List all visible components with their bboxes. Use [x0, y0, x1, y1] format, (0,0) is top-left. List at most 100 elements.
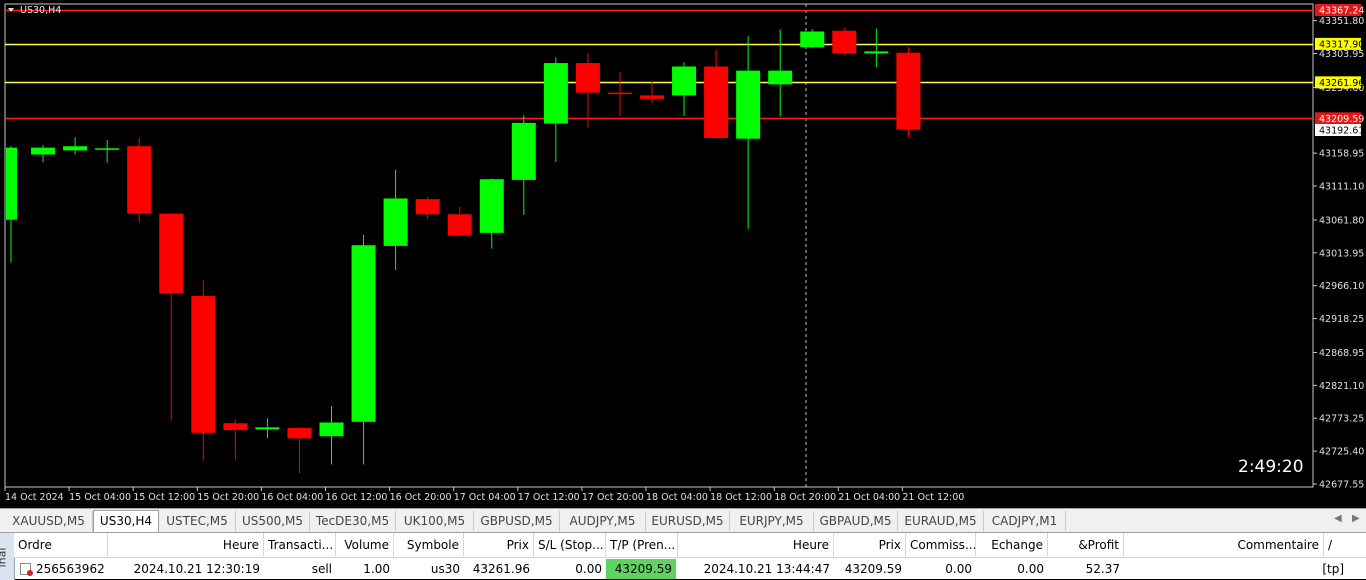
candle-body[interactable]	[704, 66, 729, 138]
chart-tab[interactable]: UK100,M5	[396, 511, 474, 531]
col-header-sl[interactable]: S/L (Stop...	[534, 533, 606, 558]
price-tick-label: 42966.10	[1319, 281, 1364, 292]
candle-body[interactable]	[768, 70, 793, 85]
time-tick-label: 21 Oct 04:00	[838, 492, 900, 503]
cell-commentaire: [tp]	[1322, 562, 1344, 576]
candle-body[interactable]	[575, 63, 600, 93]
candle-body[interactable]	[800, 31, 825, 48]
terminal-side-label[interactable]: inal	[0, 533, 15, 580]
price-tick-label: 43351.80	[1319, 16, 1364, 27]
candle-body[interactable]	[415, 199, 440, 215]
cell-symbole: us30	[430, 562, 460, 576]
candle-body[interactable]	[511, 122, 536, 180]
triangle-left-icon[interactable]: ◀	[1334, 513, 1342, 524]
chart-tab[interactable]: GBPAUD,M5	[814, 511, 898, 531]
time-tick-label: 21 Oct 12:00	[902, 492, 964, 503]
time-tick-label: 18 Oct 12:00	[710, 492, 772, 503]
candle-body[interactable]	[6, 147, 17, 220]
chart-title: US30,H4	[20, 5, 61, 16]
time-tick-label: 16 Oct 04:00	[261, 492, 323, 503]
cell-sl: 0.00	[575, 562, 602, 576]
candle-body[interactable]	[640, 95, 664, 99]
cell-profit: 52.37	[1085, 562, 1120, 576]
candle-body[interactable]	[159, 213, 184, 294]
time-tick-label: 17 Oct 12:00	[518, 492, 580, 503]
cell-echange: 0.00	[1017, 562, 1044, 576]
price-tick-label: 43303.95	[1319, 49, 1364, 60]
candle-body[interactable]	[543, 63, 568, 124]
price-tick-label: 42725.40	[1319, 447, 1364, 458]
col-header-heure[interactable]: Heure	[108, 533, 264, 558]
candle-body[interactable]	[63, 146, 88, 151]
candlestick-chart[interactable]: 43351.8043303.9543254.6043158.9543111.10…	[0, 0, 1366, 508]
triangle-right-icon[interactable]: ▶	[1352, 513, 1360, 524]
candle-body[interactable]	[127, 146, 152, 214]
candle-body[interactable]	[351, 245, 376, 422]
time-tick-label: 15 Oct 04:00	[69, 492, 131, 503]
price-tick-label: 42773.25	[1319, 414, 1364, 425]
candle-body[interactable]	[31, 147, 56, 155]
col-header-tp[interactable]: T/P (Pren...	[606, 533, 678, 558]
price-level-label: 43209.59	[1319, 114, 1364, 125]
current-price-label: 43192.61	[1319, 126, 1364, 137]
chart-tab[interactable]: TecDE30,M5	[310, 511, 396, 531]
col-header-ordre[interactable]: Ordre	[14, 533, 108, 558]
time-tick-label: 18 Oct 20:00	[774, 492, 836, 503]
candle-body[interactable]	[479, 179, 504, 233]
price-level-label: 43317.90	[1319, 39, 1364, 50]
candle-body[interactable]	[383, 198, 408, 246]
price-tick-label: 42868.95	[1319, 348, 1364, 359]
chart-tab[interactable]: CADJPY,M1	[984, 511, 1066, 531]
terminal-panel: inal Ordre Heure Transacti... Volume Sym…	[0, 532, 1366, 580]
candle-body[interactable]	[607, 92, 632, 95]
time-tick-label: 15 Oct 20:00	[197, 492, 259, 503]
sort-indicator[interactable]: /	[1324, 533, 1366, 558]
chart-tab[interactable]: EURJPY,M5	[730, 511, 814, 531]
cell-tp: 43209.59	[606, 559, 676, 579]
terminal-side-label-text: inal	[0, 547, 9, 568]
col-header-prix[interactable]: Prix	[464, 533, 534, 558]
candle-body[interactable]	[191, 296, 216, 433]
chart-tab[interactable]: USTEC,M5	[159, 511, 236, 531]
candle-body[interactable]	[255, 427, 280, 430]
time-tick-label: 16 Oct 20:00	[390, 492, 452, 503]
chart-tab[interactable]: US30,H4	[93, 510, 159, 533]
col-header-profit[interactable]: &Profit	[1048, 533, 1124, 558]
cell-heure-close: 2024.10.21 13:44:47	[703, 562, 830, 576]
cell-prix: 43261.96	[472, 562, 530, 576]
candle-body[interactable]	[672, 66, 697, 96]
price-tick-label: 43158.95	[1319, 149, 1364, 160]
chart-tab[interactable]: EURAUD,M5	[898, 511, 984, 531]
candle-body[interactable]	[896, 52, 921, 130]
price-tick-label: 42918.25	[1319, 314, 1364, 325]
candle-body[interactable]	[319, 422, 344, 437]
time-tick-label: 17 Oct 20:00	[582, 492, 644, 503]
col-header-commentaire[interactable]: Commentaire	[1124, 533, 1324, 558]
col-header-transaction[interactable]: Transacti...	[264, 533, 336, 558]
candle-body[interactable]	[95, 148, 120, 150]
col-header-heure-close[interactable]: Heure	[678, 533, 834, 558]
time-tick-label: 18 Oct 04:00	[646, 492, 708, 503]
cell-commission: 0.00	[945, 562, 972, 576]
price-tick-label: 42677.55	[1319, 480, 1364, 491]
candle-body[interactable]	[287, 428, 312, 439]
chart-tab[interactable]: US500,M5	[236, 511, 310, 531]
candle-body[interactable]	[736, 70, 761, 139]
col-header-commission[interactable]: Commiss...	[906, 533, 976, 558]
chart-tab[interactable]: XAUUSD,M5	[5, 511, 93, 531]
candle-body[interactable]	[832, 30, 857, 54]
col-header-symbole[interactable]: Symbole	[394, 533, 464, 558]
chart-area[interactable]: 43351.80 43303.95 43254.60 43158.95 43111.10…	[0, 0, 1366, 508]
sell-order-icon	[20, 563, 33, 576]
time-tick-label: 16 Oct 12:00	[326, 492, 388, 503]
candle-body[interactable]	[447, 214, 472, 236]
chart-tab[interactable]: AUDJPY,M5	[560, 511, 646, 531]
col-header-prix-close[interactable]: Prix	[834, 533, 906, 558]
chart-tab[interactable]: EURUSD,M5	[646, 511, 730, 531]
candle-body[interactable]	[223, 423, 248, 431]
col-header-echange[interactable]: Echange	[976, 533, 1048, 558]
cell-heure: 2024.10.21 12:30:19	[133, 562, 260, 576]
col-header-volume[interactable]: Volume	[336, 533, 394, 558]
candle-body[interactable]	[864, 51, 889, 54]
chart-tab[interactable]: GBPUSD,M5	[474, 511, 560, 531]
